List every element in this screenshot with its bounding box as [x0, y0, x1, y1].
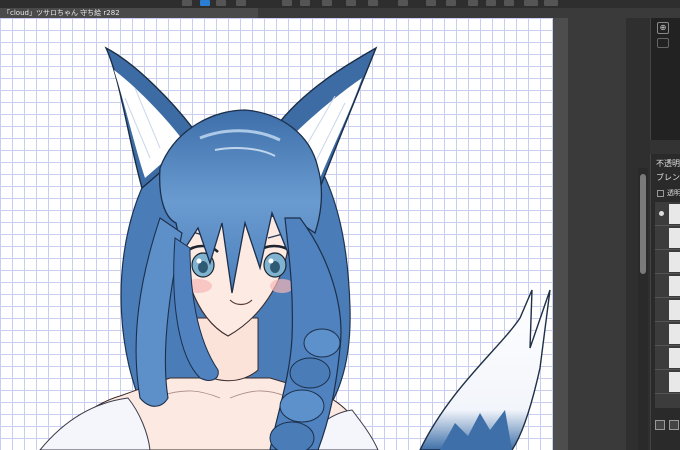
- tool-button[interactable]: [426, 0, 436, 6]
- layer-thumbnail: [669, 204, 680, 224]
- canvas-area: [0, 18, 568, 450]
- tool-button[interactable]: [300, 0, 310, 6]
- tool-button-active[interactable]: [200, 0, 210, 6]
- layer-row[interactable]: [655, 322, 680, 346]
- layer-thumbnail: [669, 324, 680, 344]
- document-tab-title: 「cloud」ツサロちゃん 守ち絵 r282: [3, 9, 120, 17]
- layer-row[interactable]: [655, 370, 680, 394]
- layer-row[interactable]: [655, 298, 680, 322]
- layer-thumbnail: [669, 228, 680, 248]
- layer-panel: 不透明 ブレンド 透明: [650, 154, 680, 450]
- fox-girl-illustration: [39, 46, 551, 450]
- tab-strip: [258, 8, 568, 18]
- tool-button[interactable]: [504, 0, 514, 6]
- tool-button[interactable]: [398, 0, 408, 6]
- tool-button[interactable]: [282, 0, 292, 6]
- protect-alpha-checkbox[interactable]: [657, 190, 664, 197]
- canvas-margin: [553, 18, 568, 450]
- tool-button[interactable]: [346, 0, 356, 6]
- tool-button[interactable]: [182, 0, 192, 6]
- zoom-icon[interactable]: ⊕: [657, 22, 669, 34]
- paint-app-window: 「cloud」ツサロちゃん 守ち絵 r282 ⊕ 不透明 ブレン 透明: [0, 0, 680, 450]
- tool-button[interactable]: [368, 0, 378, 6]
- layer-thumbnail: [669, 252, 680, 272]
- layer-thumbnail: [669, 300, 680, 320]
- zoom-slider[interactable]: [657, 38, 669, 48]
- protect-alpha-label: 透明: [667, 189, 680, 197]
- new-layer-icon[interactable]: [655, 420, 665, 430]
- dock-scrollbar-thumb[interactable]: [640, 174, 646, 274]
- layer-thumbnail: [669, 372, 680, 392]
- blend-mode-label: ブレンド: [656, 173, 680, 182]
- tool-button[interactable]: [216, 0, 226, 6]
- tool-button[interactable]: [236, 0, 246, 6]
- layer-thumbnail: [669, 348, 680, 368]
- layer-list: [655, 202, 680, 408]
- layer-row[interactable]: [655, 250, 680, 274]
- panel-divider: [650, 140, 680, 154]
- right-dock: ⊕ 不透明 ブレンド 透明: [568, 18, 680, 450]
- tool-button[interactable]: [322, 0, 332, 6]
- layer-row[interactable]: [655, 226, 680, 250]
- tool-button[interactable]: [544, 0, 558, 6]
- tool-button[interactable]: [524, 0, 538, 6]
- layer-row[interactable]: [655, 202, 680, 226]
- drawing-canvas[interactable]: [0, 18, 553, 450]
- layer-thumbnail: [669, 276, 680, 296]
- layer-tools: [655, 420, 680, 432]
- navigator-panel: ⊕: [650, 18, 680, 140]
- document-tab[interactable]: 「cloud」ツサロちゃん 守ち絵 r282: [0, 8, 258, 18]
- tool-button[interactable]: [468, 0, 478, 6]
- main-toolbar: [0, 0, 680, 8]
- eye-icon[interactable]: [659, 211, 664, 216]
- layer-row[interactable]: [655, 274, 680, 298]
- copy-layer-icon[interactable]: [669, 420, 679, 430]
- tail: [419, 289, 551, 450]
- opacity-label: 不透明: [656, 159, 680, 168]
- tool-button[interactable]: [446, 0, 456, 6]
- tool-button[interactable]: [486, 0, 496, 6]
- layer-row[interactable]: [655, 346, 680, 370]
